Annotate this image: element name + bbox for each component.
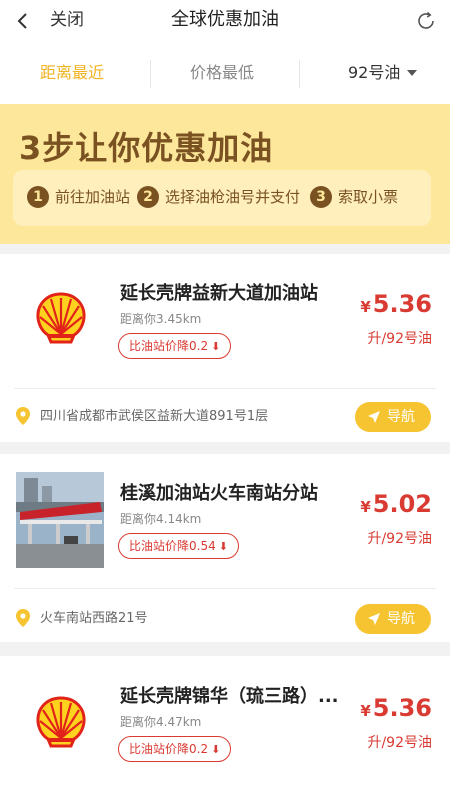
divider [14, 388, 436, 389]
discount-badge: 比油站价降0.2 ⬇ [118, 736, 232, 762]
discount-label: 比油站价降0.54 [129, 539, 216, 553]
navigate-button[interactable]: 导航 [355, 402, 431, 432]
price-symbol: ¥ [360, 498, 371, 516]
tab-divider [299, 60, 300, 88]
divider [14, 588, 436, 589]
station-distance: 距离你3.45km [120, 312, 202, 326]
station-name: 延长壳牌锦华（琉三路）... [120, 686, 339, 707]
location-pin-icon [16, 407, 30, 425]
price: ¥5.36 [360, 694, 432, 722]
shell-logo-icon [36, 696, 86, 748]
station-card[interactable]: 桂溪加油站火车南站分站 距离你4.14km 比油站价降0.54 ⬇ ¥5.02 升… [0, 454, 450, 642]
navigation-icon [368, 411, 380, 423]
steps-panel: 1 前往加油站 2 选择油枪油号并支付 3 索取小票 [13, 170, 431, 226]
step-number: 2 [137, 186, 159, 208]
promo-banner: 3步让你优惠加油 1 前往加油站 2 选择油枪油号并支付 3 索取小票 [0, 104, 450, 244]
station-address: 火车南站西路21号 [40, 611, 148, 626]
refresh-icon[interactable] [414, 9, 438, 33]
navigate-label: 导航 [387, 611, 415, 627]
price-unit: 升/92号油 [367, 331, 432, 347]
station-photo [16, 472, 104, 568]
arrow-down-icon: ⬇ [211, 743, 221, 756]
station-name: 延长壳牌益新大道加油站 [120, 283, 318, 304]
chevron-down-icon[interactable] [407, 70, 417, 76]
station-address: 四川省成都市武侯区益新大道891号1层 [40, 409, 269, 424]
location-pin-icon [16, 609, 30, 627]
price-symbol: ¥ [360, 298, 371, 316]
discount-label: 比油站价降0.2 [129, 742, 209, 756]
navigation-icon [368, 613, 380, 625]
fuel-type-dropdown[interactable]: 92号油 [348, 62, 400, 84]
station-card[interactable]: 延长壳牌锦华（琉三路）... 距离你4.47km 比油站价降0.2 ⬇ ¥5.36… [0, 656, 450, 800]
station-name: 桂溪加油站火车南站分站 [120, 483, 318, 504]
step-number: 1 [27, 186, 49, 208]
discount-badge: 比油站价降0.2 ⬇ [118, 333, 232, 359]
price-unit: 升/92号油 [367, 531, 432, 547]
step-text: 选择油枪油号并支付 [165, 188, 301, 206]
top-bar: 关闭 全球优惠加油 [0, 0, 450, 42]
banner-title: 3步让你优惠加油 [19, 129, 274, 167]
app-root: 关闭 全球优惠加油 距离最近 价格最低 92号油 3步让你优惠加油 1 前往加油… [0, 0, 450, 800]
price-value: 5.36 [372, 290, 432, 318]
price: ¥5.36 [360, 290, 432, 318]
station-card[interactable]: 延长壳牌益新大道加油站 距离你3.45km 比油站价降0.2 ⬇ ¥5.36 升/… [0, 254, 450, 442]
station-distance: 距离你4.47km [120, 715, 202, 729]
page-title: 全球优惠加油 [171, 9, 279, 30]
tab-nearest[interactable]: 距离最近 [40, 62, 104, 84]
discount-badge: 比油站价降0.54 ⬇ [118, 533, 239, 559]
price-unit: 升/92号油 [367, 735, 432, 751]
arrow-down-icon: ⬇ [211, 340, 221, 353]
navigate-button[interactable]: 导航 [355, 604, 431, 634]
shell-logo-icon [36, 292, 86, 344]
price-symbol: ¥ [360, 702, 371, 720]
price: ¥5.02 [360, 490, 432, 518]
filter-tabs: 距离最近 价格最低 92号油 [0, 42, 450, 104]
tab-lowest-price[interactable]: 价格最低 [190, 62, 254, 84]
step-text: 前往加油站 [55, 188, 131, 206]
step-text: 索取小票 [338, 188, 399, 206]
step-number: 3 [310, 186, 332, 208]
price-value: 5.36 [372, 694, 432, 722]
tab-divider [150, 60, 151, 88]
navigate-label: 导航 [387, 409, 415, 425]
price-value: 5.02 [372, 490, 432, 518]
discount-label: 比油站价降0.2 [129, 339, 209, 353]
station-distance: 距离你4.14km [120, 512, 202, 526]
arrow-down-icon: ⬇ [218, 540, 228, 553]
